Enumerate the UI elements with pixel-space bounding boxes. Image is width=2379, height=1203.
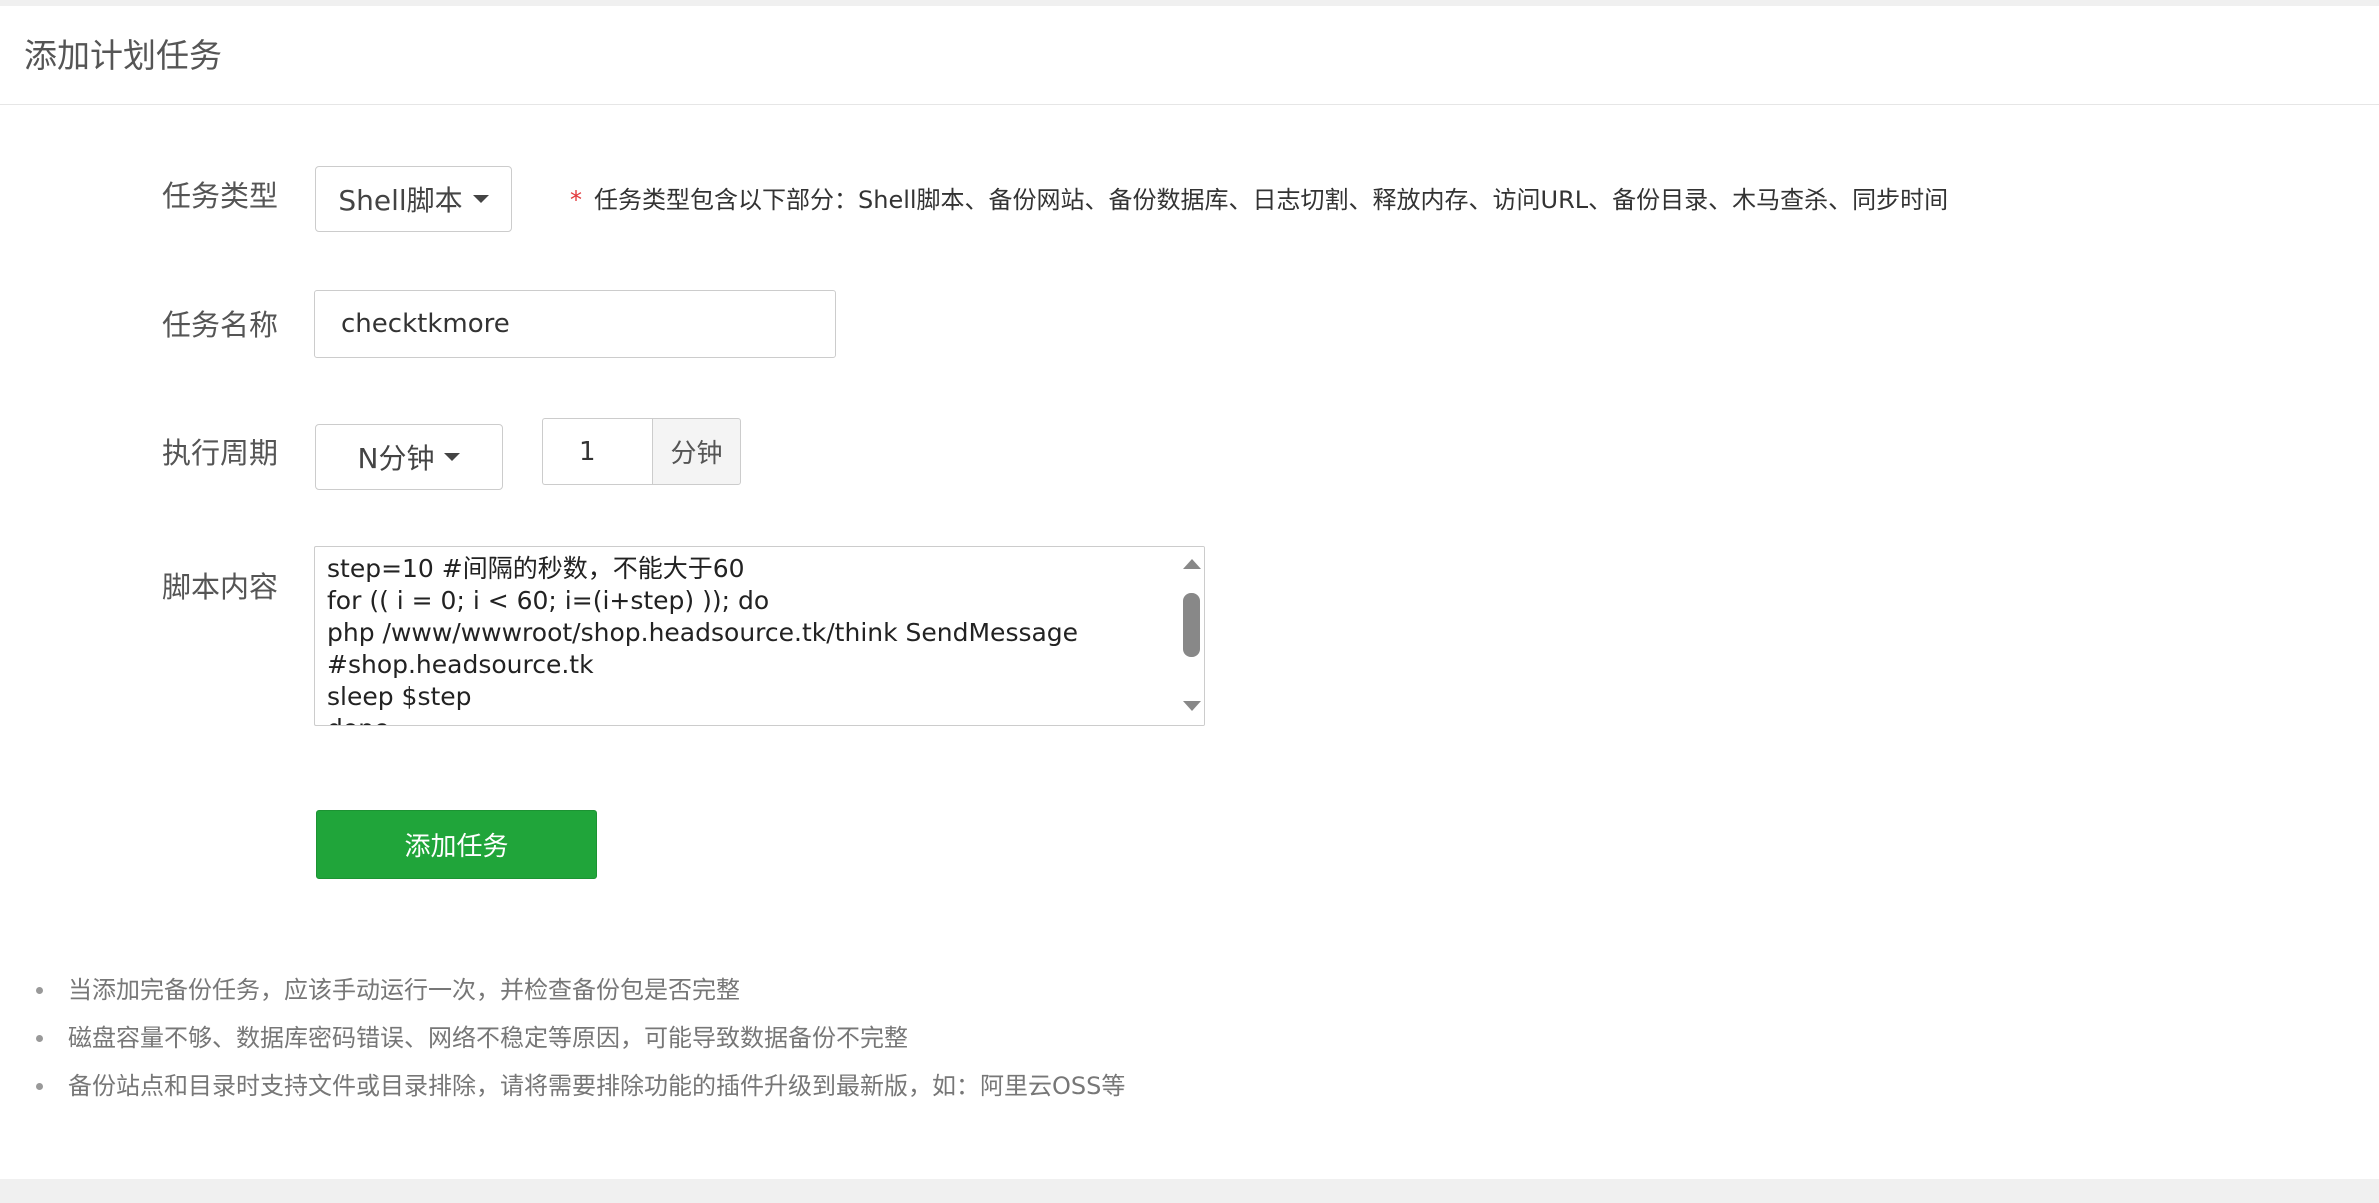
caret-down-icon	[472, 195, 489, 203]
task-type-hint-text: 任务类型包含以下部分：Shell脚本、备份网站、备份数据库、日志切割、释放内存、…	[594, 186, 1949, 214]
list-item: 当添加完备份任务，应该手动运行一次，并检查备份包是否完整	[30, 966, 1125, 1014]
task-type-select[interactable]: Shell脚本	[315, 166, 512, 232]
cycle-label: 执行周期	[162, 436, 279, 470]
task-name-input[interactable]	[314, 290, 836, 358]
panel-header: 添加计划任务	[0, 6, 2379, 105]
page-title: 添加计划任务	[24, 36, 222, 75]
caret-down-icon	[444, 453, 461, 461]
list-item: 备份站点和目录时支持文件或目录排除，请将需要排除功能的插件升级到最新版，如：阿里…	[30, 1062, 1125, 1110]
script-content[interactable]: step=10 #间隔的秒数，不能大于60 for (( i = 0; i < …	[327, 553, 1177, 725]
add-task-button[interactable]: 添加任务	[316, 810, 597, 879]
scroll-up-arrow-icon[interactable]	[1183, 559, 1201, 569]
scroll-down-arrow-icon[interactable]	[1183, 701, 1201, 711]
script-label: 脚本内容	[162, 570, 279, 604]
task-type-hint: * 任务类型包含以下部分：Shell脚本、备份网站、备份数据库、日志切割、释放内存…	[570, 180, 1948, 220]
task-type-label: 任务类型	[162, 179, 279, 213]
list-item: 磁盘容量不够、数据库密码错误、网络不稳定等原因，可能导致数据备份不完整	[30, 1014, 1125, 1062]
script-textarea[interactable]: step=10 #间隔的秒数，不能大于60 for (( i = 0; i < …	[314, 546, 1205, 726]
textarea-scrollbar[interactable]	[1178, 547, 1204, 725]
cycle-unit-addon: 分钟	[652, 418, 741, 485]
task-type-selected: Shell脚本	[338, 184, 463, 217]
tips-list: 当添加完备份任务，应该手动运行一次，并检查备份包是否完整 磁盘容量不够、数据库密…	[30, 966, 1125, 1110]
required-star: *	[570, 186, 582, 214]
scroll-thumb[interactable]	[1183, 593, 1200, 657]
cycle-minutes-input[interactable]	[542, 418, 653, 485]
cycle-type-select[interactable]: N分钟	[315, 424, 503, 490]
task-name-label: 任务名称	[162, 308, 279, 342]
cycle-type-selected: N分钟	[357, 442, 435, 475]
